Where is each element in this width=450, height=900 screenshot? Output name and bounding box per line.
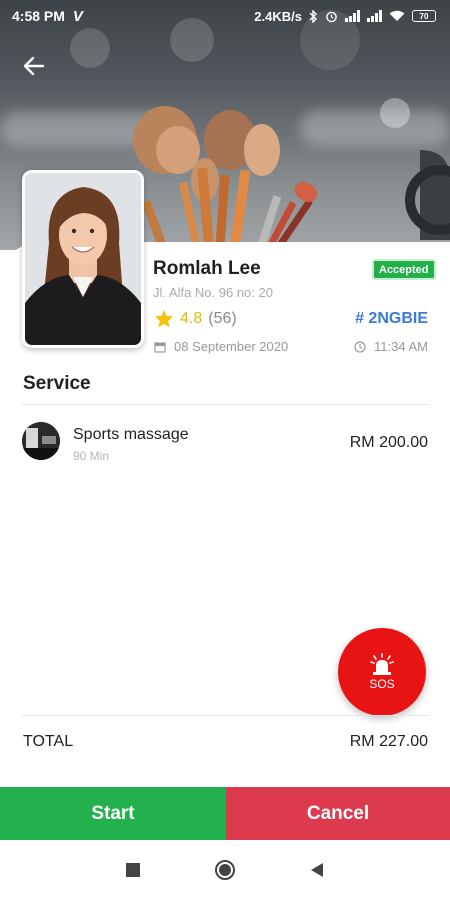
signal-icon [345, 10, 360, 22]
bluetooth-icon [309, 9, 317, 23]
clock-icon [354, 340, 366, 353]
signal-icon [367, 10, 382, 22]
arrow-left-icon [23, 56, 45, 76]
home-button[interactable] [213, 858, 237, 882]
status-badge: Accepted [372, 259, 436, 280]
battery-icon: 70 [412, 10, 436, 22]
network-speed: 2.4KB/s [254, 8, 302, 24]
divider [22, 404, 428, 405]
back-nav-button[interactable] [305, 858, 329, 882]
rating-row: 4.8 (56) [154, 309, 237, 328]
customer-photo [22, 170, 144, 348]
sos-label: SOS [369, 677, 395, 691]
alarm-icon [326, 11, 337, 22]
cancel-button[interactable]: Cancel [226, 787, 450, 840]
service-thumbnail [22, 422, 60, 460]
booking-date-row: 08 September 2020 [154, 339, 288, 354]
recent-apps-button[interactable] [121, 858, 145, 882]
total-value: RM 227.00 [349, 733, 428, 750]
service-list-item: Sports massage 90 Min RM 200.00 [22, 422, 428, 466]
action-bar: Start Cancel [0, 787, 450, 840]
service-name: Sports massage [73, 426, 189, 443]
status-bar: 4:58 PM V 2.4KB/s 70 [0, 0, 450, 32]
back-triangle-icon [311, 863, 323, 877]
start-button[interactable]: Start [0, 787, 226, 840]
calendar-icon [154, 341, 166, 353]
siren-icon [370, 653, 394, 675]
rating-value: 4.8 [180, 309, 203, 327]
service-duration: 90 Min [73, 449, 110, 463]
carrier-icon: V [72, 7, 83, 25]
total-label: TOTAL [23, 733, 74, 750]
service-price: RM 200.00 [349, 434, 428, 451]
rating-count: (56) [208, 309, 237, 327]
status-time: 4:58 PM [12, 8, 65, 24]
booking-code: # 2NGBIE [355, 310, 428, 327]
booking-time-row: 11:34 AM [354, 339, 428, 354]
booking-time: 11:34 AM [374, 339, 428, 354]
service-section-title: Service [23, 373, 91, 394]
divider [22, 715, 428, 716]
booking-date: 08 September 2020 [174, 339, 289, 354]
system-nav-bar [0, 840, 450, 900]
home-icon [215, 860, 235, 880]
customer-name: Romlah Lee [153, 258, 261, 279]
recent-apps-icon [126, 863, 140, 877]
wifi-icon [389, 10, 405, 21]
star-icon [154, 309, 174, 328]
customer-address: Jl. Alfa No. 96 no: 20 [153, 285, 273, 300]
back-button[interactable] [18, 50, 50, 82]
sos-button[interactable]: SOS [338, 628, 426, 716]
